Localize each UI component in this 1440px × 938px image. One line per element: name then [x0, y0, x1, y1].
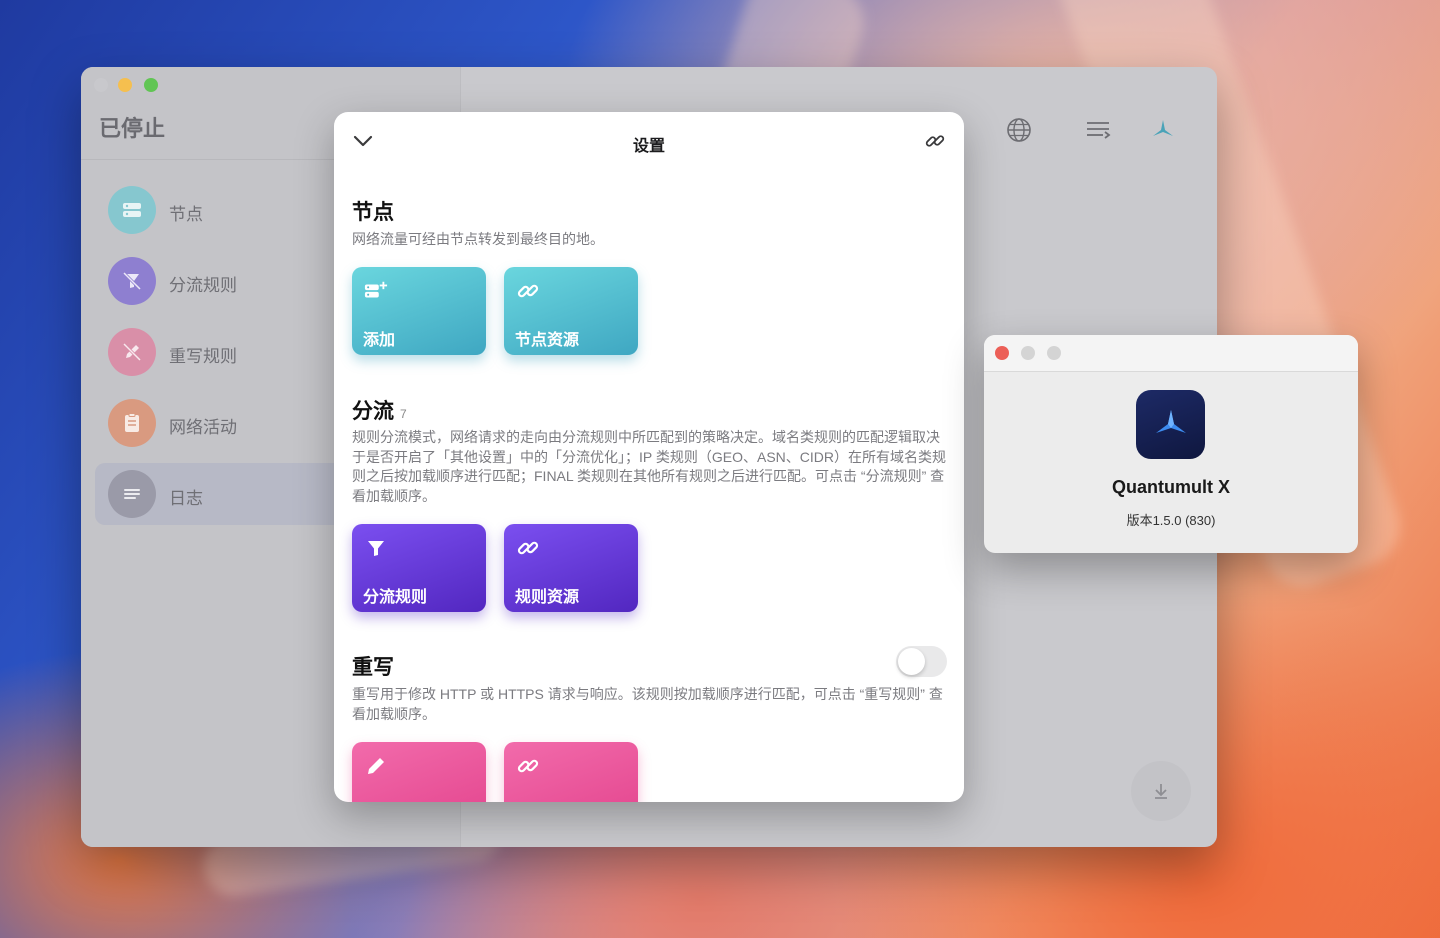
about-minimize-button[interactable]: [1021, 346, 1035, 360]
rule-count: 7: [400, 407, 407, 421]
download-icon: [1155, 784, 1167, 799]
sidebar-item-label: 分流规则: [169, 276, 237, 295]
sheet-title: 设置: [632, 138, 665, 155]
filter-icon: [364, 536, 388, 560]
link-icon: [516, 279, 540, 303]
link-button[interactable]: [922, 128, 948, 154]
settings-sheet: 设置 节点 网络流量可经由节点转发到最终目的地。 添加 节点资源 分流 7 规则分…: [334, 112, 964, 802]
window-minimize-button[interactable]: [118, 78, 132, 92]
card-label: 规则资源: [515, 589, 580, 606]
about-window: Quantumult X 版本1.5.0 (830): [984, 335, 1358, 553]
section-heading-text: 分流: [352, 400, 394, 423]
add-node-card[interactable]: 添加: [352, 267, 486, 355]
app-name: Quantumult X: [1112, 477, 1230, 497]
section-heading-nodes: 节点: [352, 201, 394, 224]
link-icon: [516, 536, 540, 560]
app-icon: [1136, 390, 1205, 459]
add-server-icon: [364, 279, 388, 303]
globe-icon[interactable]: [1004, 115, 1034, 145]
filter-slash-icon: [108, 257, 156, 305]
lines-icon: [108, 470, 156, 518]
sidebar-item-label: 网络活动: [169, 418, 237, 437]
rule-resources-card[interactable]: 规则资源: [504, 524, 638, 612]
window-zoom-button[interactable]: [144, 78, 158, 92]
rewrite-toggle[interactable]: [896, 646, 947, 677]
section-heading-rewrite: 重写: [352, 656, 394, 679]
clipboard-icon: [108, 399, 156, 447]
filter-rules-card[interactable]: 分流规则: [352, 524, 486, 612]
node-resources-card[interactable]: 节点资源: [504, 267, 638, 355]
about-titlebar: [984, 335, 1358, 372]
link-icon: [925, 135, 945, 147]
rewrite-rules-card[interactable]: [352, 742, 486, 802]
section-heading-filter: 分流 7: [352, 395, 407, 425]
section-description-rewrite: 重写用于修改 HTTP 或 HTTPS 请求与响应。该规则按加载顺序进行匹配，可…: [352, 686, 943, 722]
window-close-button[interactable]: [94, 78, 108, 92]
download-button[interactable]: [1131, 761, 1191, 821]
server-icon: [108, 186, 156, 234]
section-description-nodes: 网络流量可经由节点转发到最终目的地。: [352, 231, 604, 247]
app-version: 版本1.5.0 (830): [1126, 513, 1216, 528]
card-label: 节点资源: [515, 332, 580, 349]
toggle-knob: [898, 648, 925, 675]
card-label: 添加: [363, 332, 396, 349]
list-arrow-icon[interactable]: [1083, 115, 1113, 145]
about-close-button[interactable]: [995, 346, 1009, 360]
proxy-status-title: 已停止: [99, 116, 166, 141]
pencil-slash-icon: [108, 328, 156, 376]
rewrite-resources-card[interactable]: [504, 742, 638, 802]
section-description-filter: 规则分流模式，网络请求的走向由分流规则中所匹配到的策略决定。域名类规则的匹配逻辑…: [352, 429, 946, 504]
sidebar-item-label: 节点: [169, 205, 203, 224]
card-label: 分流规则: [363, 589, 428, 606]
link-icon: [516, 754, 540, 778]
pencil-icon: [364, 754, 388, 778]
app-logo-icon[interactable]: [1148, 115, 1178, 145]
about-zoom-button[interactable]: [1047, 346, 1061, 360]
sidebar-item-label: 重写规则: [169, 347, 237, 366]
sidebar-item-label: 日志: [169, 489, 203, 508]
